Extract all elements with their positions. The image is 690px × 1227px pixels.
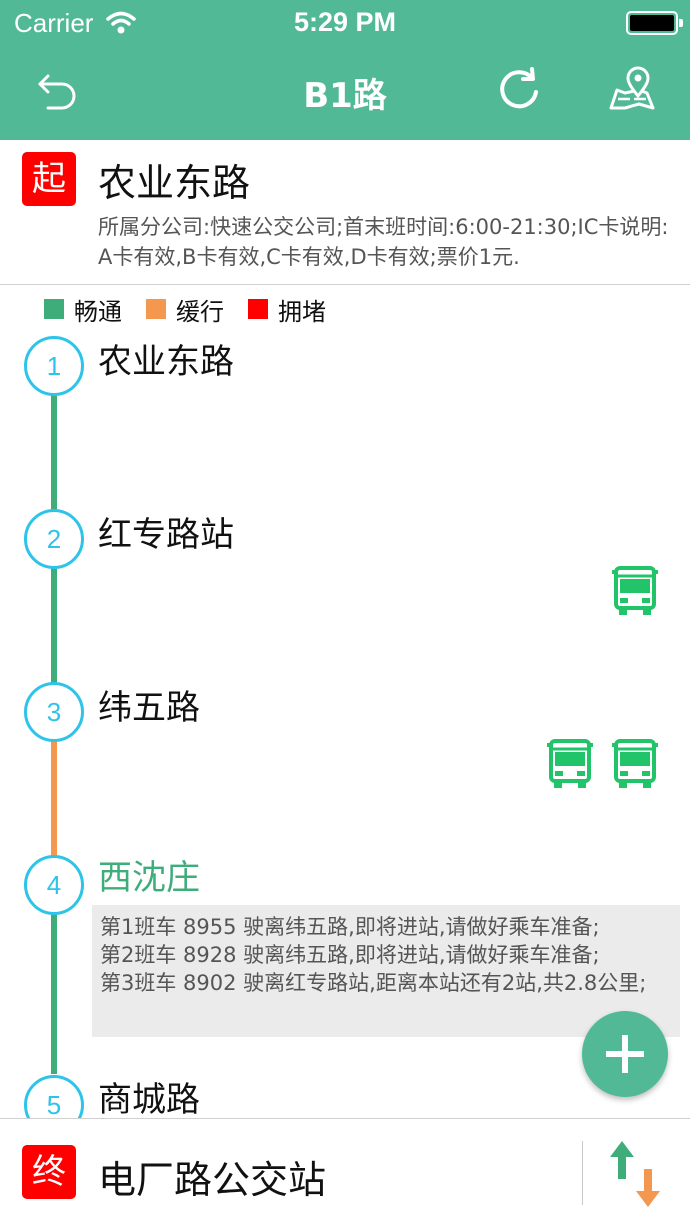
refresh-button[interactable] (496, 66, 544, 114)
divider (582, 1141, 583, 1205)
add-button[interactable] (582, 1011, 668, 1097)
refresh-icon (500, 67, 538, 109)
route-info: 所属分公司:快速公交公司;首末班时间:6:00-21:30;IC卡说明:A卡有效… (98, 215, 669, 269)
end-station-name: 电厂路公交站 (98, 1158, 327, 1202)
start-badge: 起 (22, 152, 76, 206)
map-location-icon (609, 66, 655, 110)
legend-item: 缓行 (146, 292, 224, 327)
route-segment (51, 395, 57, 511)
route-segment (51, 568, 57, 684)
station-name[interactable]: 农业东路 (98, 334, 234, 383)
end-badge: 终 (22, 1145, 76, 1199)
arrival-info-line: 第1班车 8955 驶离纬五路,即将进站,请做好乘车准备; (100, 915, 600, 939)
arrival-info-line: 第3班车 8902 驶离红专路站,距离本站还有2站,共2.8公里; (100, 971, 647, 995)
legend-swatch (248, 299, 268, 319)
traffic-legend: 畅通 缓行 拥堵 (44, 295, 350, 326)
legend-label: 缓行 (176, 297, 224, 326)
page-title: B1路 (303, 76, 387, 116)
legend-item: 畅通 (44, 292, 122, 327)
station-name[interactable]: 纬五路 (98, 680, 200, 729)
legend-item: 拥堵 (248, 292, 326, 327)
swap-direction-icon[interactable] (608, 1139, 664, 1209)
start-station-section: 起 农业东路 所属分公司:快速公交公司;首末班时间:6:00-21:30;IC卡… (0, 140, 690, 285)
station-name-selected[interactable]: 西沈庄 (98, 850, 200, 899)
end-station-bar: 终 电厂路公交站 (0, 1118, 690, 1227)
legend-swatch (146, 299, 166, 319)
legend-label: 拥堵 (278, 297, 326, 326)
clock: 5:29 PM (293, 7, 397, 37)
legend-label: 畅通 (74, 297, 122, 326)
route-segment (51, 914, 57, 1074)
station-number[interactable]: 2 (24, 509, 84, 569)
route-segment (51, 741, 57, 857)
map-button[interactable] (608, 66, 656, 114)
arrival-info-line: 第2班车 8928 驶离纬五路,即将进站,请做好乘车准备; (100, 943, 600, 967)
station-number[interactable]: 4 (24, 855, 84, 915)
station-name[interactable]: 商城路 (98, 1072, 200, 1121)
bus-icon (547, 739, 593, 788)
legend-swatch (44, 299, 64, 319)
arrival-info-box: 第1班车 8955 驶离纬五路,即将进站,请做好乘车准备; 第2班车 8928 … (92, 905, 680, 1037)
status-bar: Carrier 5:29 PM (0, 0, 690, 44)
bus-icon (612, 739, 658, 788)
station-number[interactable]: 3 (24, 682, 84, 742)
navigation-bar: Carrier 5:29 PM B1路 (0, 0, 690, 140)
station-name[interactable]: 红专路站 (98, 507, 234, 556)
battery-icon (626, 11, 683, 35)
station-number[interactable]: 1 (24, 336, 84, 396)
bus-icon (612, 566, 658, 615)
start-station-name: 农业东路 (98, 161, 251, 205)
